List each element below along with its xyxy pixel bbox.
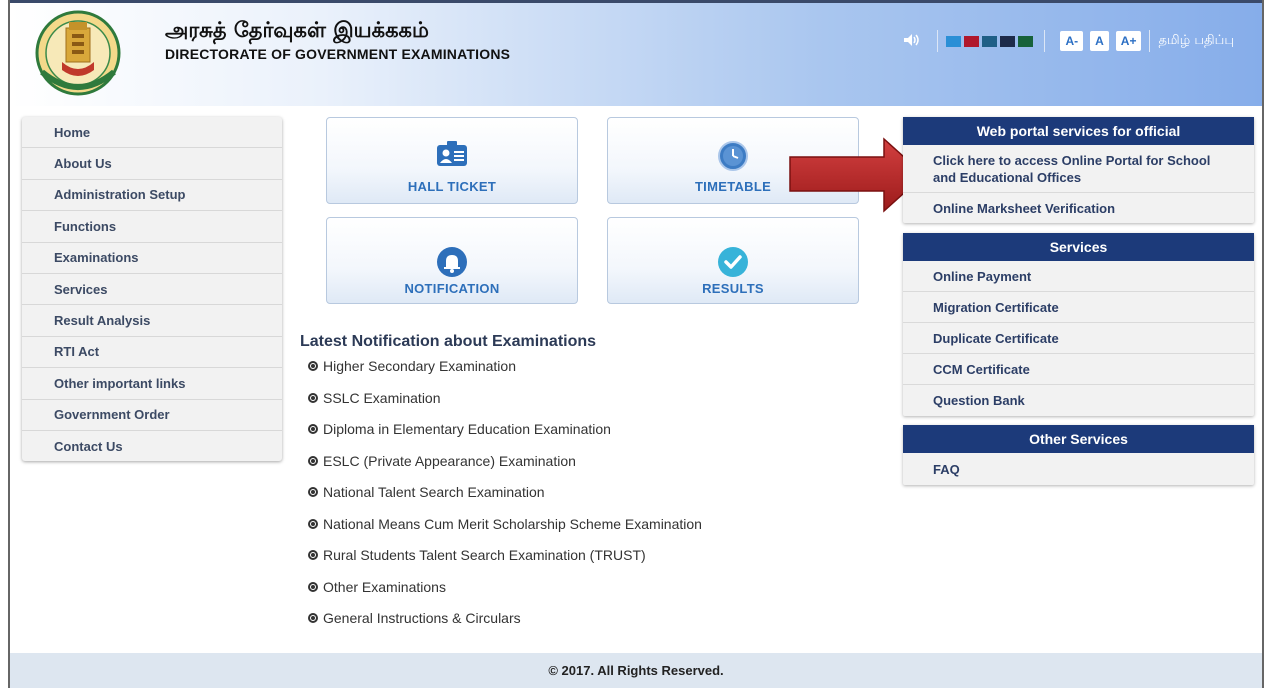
notification-link-label: Other Examinations <box>323 579 446 595</box>
nav-item-services[interactable]: Services <box>22 274 282 306</box>
results-label: RESULTS <box>702 281 764 296</box>
marksheet-verification-link[interactable]: Online Marksheet Verification <box>903 193 1254 223</box>
other-services-panel: Other Services FAQ <box>903 425 1254 485</box>
duplicate-certificate-link[interactable]: Duplicate Certificate <box>903 323 1254 354</box>
nav-item-other-important-links[interactable]: Other important links <box>22 368 282 400</box>
question-bank-link[interactable]: Question Bank <box>903 385 1254 416</box>
notification-tile[interactable]: NOTIFICATION <box>326 217 578 304</box>
notification-link-nmms[interactable]: National Means Cum Merit Scholarship Sch… <box>308 516 702 532</box>
site-header: அரசுத் தேர்வுகள் இயக்ககம் DIRECTORATE OF… <box>10 0 1262 106</box>
services-panel: Services Online Payment Migration Certif… <box>903 233 1254 416</box>
id-card-icon <box>437 141 467 166</box>
theme-swatch-green[interactable] <box>1018 35 1034 47</box>
theme-swatch-navy[interactable] <box>1000 35 1016 47</box>
notification-link-nts[interactable]: National Talent Search Examination <box>308 484 545 500</box>
nav-item-administration-setup[interactable]: Administration Setup <box>22 180 282 212</box>
bullet-icon <box>308 519 318 529</box>
bullet-icon <box>308 393 318 403</box>
nav-item-home[interactable]: Home <box>22 117 282 149</box>
theme-swatch-blue[interactable] <box>946 35 962 47</box>
hall-ticket-tile[interactable]: HALL TICKET <box>326 117 578 204</box>
online-payment-link[interactable]: Online Payment <box>903 261 1254 292</box>
bullet-icon <box>308 424 318 434</box>
nav-item-examinations[interactable]: Examinations <box>22 243 282 274</box>
nav-item-rti-act[interactable]: RTI Act <box>22 337 282 369</box>
site-title-english: DIRECTORATE OF GOVERNMENT EXAMINATIONS <box>165 46 511 62</box>
notification-link-label: ESLC (Private Appearance) Examination <box>323 453 576 469</box>
notification-link-label: Diploma in Elementary Education Examinat… <box>323 421 611 437</box>
web-portal-heading: Web portal services for official <box>903 117 1254 145</box>
nav-item-functions[interactable]: Functions <box>22 211 282 243</box>
notification-link-diploma[interactable]: Diploma in Elementary Education Examinat… <box>308 421 611 437</box>
hall-ticket-label: HALL TICKET <box>407 179 497 194</box>
notification-link-sslc[interactable]: SSLC Examination <box>308 390 441 406</box>
bullet-icon <box>308 613 318 623</box>
ccm-certificate-link[interactable]: CCM Certificate <box>903 354 1254 385</box>
bullet-icon <box>308 361 318 371</box>
sidebar-nav: Home About Us Administration Setup Funct… <box>22 117 282 461</box>
services-heading: Services <box>903 233 1254 261</box>
bullet-icon <box>308 582 318 592</box>
bell-icon <box>437 247 467 277</box>
results-tile[interactable]: RESULTS <box>607 217 859 304</box>
bullet-icon <box>308 456 318 466</box>
notification-link-trust[interactable]: Rural Students Talent Search Examination… <box>308 547 646 563</box>
bullet-icon <box>308 487 318 497</box>
theme-swatch-teal[interactable] <box>982 35 998 47</box>
notification-link-label: Higher Secondary Examination <box>323 358 516 374</box>
notification-link-higher-secondary[interactable]: Higher Secondary Examination <box>308 358 516 374</box>
nav-item-government-order[interactable]: Government Order <box>22 400 282 431</box>
toolbar-separator <box>1044 30 1046 52</box>
tamilnadu-emblem-icon[interactable] <box>32 10 124 96</box>
notification-link-label: National Talent Search Examination <box>323 484 545 500</box>
font-decrease-button[interactable]: A- <box>1060 31 1084 51</box>
tamil-version-link[interactable]: தமிழ் பதிப்பு <box>1158 33 1234 49</box>
notification-link-label: Rural Students Talent Search Examination… <box>323 547 646 563</box>
faq-link[interactable]: FAQ <box>903 453 1254 485</box>
notifications-heading: Latest Notification about Examinations <box>300 333 597 350</box>
footer-copyright: © 2017. All Rights Reserved. <box>10 653 1262 688</box>
web-portal-panel: Web portal services for official Click h… <box>903 117 1254 223</box>
font-increase-button[interactable]: A+ <box>1115 31 1142 51</box>
site-title-tamil: அரசுத் தேர்வுகள் இயக்ககம் <box>165 18 429 42</box>
checkmark-icon <box>718 247 748 277</box>
notification-link-eslc[interactable]: ESLC (Private Appearance) Examination <box>308 453 576 469</box>
page-frame: அரசுத் தேர்வுகள் இயக்ககம் DIRECTORATE OF… <box>8 0 1264 688</box>
header-top-line <box>10 0 1262 3</box>
notification-link-label: National Means Cum Merit Scholarship Sch… <box>323 516 702 532</box>
toolbar-separator <box>1149 30 1151 52</box>
bullet-icon <box>308 550 318 560</box>
notification-link-label: SSLC Examination <box>323 390 441 406</box>
notification-link-label: General Instructions & Circulars <box>323 610 521 626</box>
online-portal-link[interactable]: Click here to access Online Portal for S… <box>903 145 1254 193</box>
nav-item-result-analysis[interactable]: Result Analysis <box>22 305 282 337</box>
clock-icon <box>718 141 748 171</box>
theme-swatch-red[interactable] <box>964 35 980 47</box>
other-services-heading: Other Services <box>903 425 1254 453</box>
nav-item-contact-us[interactable]: Contact Us <box>22 431 282 462</box>
font-reset-button[interactable]: A <box>1090 31 1109 51</box>
notification-link-instructions[interactable]: General Instructions & Circulars <box>308 610 521 626</box>
notification-label: NOTIFICATION <box>404 281 500 296</box>
accessibility-toolbar: A- A A+ தமிழ் பதிப்பு <box>903 30 1234 52</box>
notification-link-other[interactable]: Other Examinations <box>308 579 446 595</box>
speaker-icon[interactable] <box>903 33 921 50</box>
toolbar-separator <box>937 30 939 52</box>
nav-item-about-us[interactable]: About Us <box>22 148 282 180</box>
migration-certificate-link[interactable]: Migration Certificate <box>903 292 1254 323</box>
